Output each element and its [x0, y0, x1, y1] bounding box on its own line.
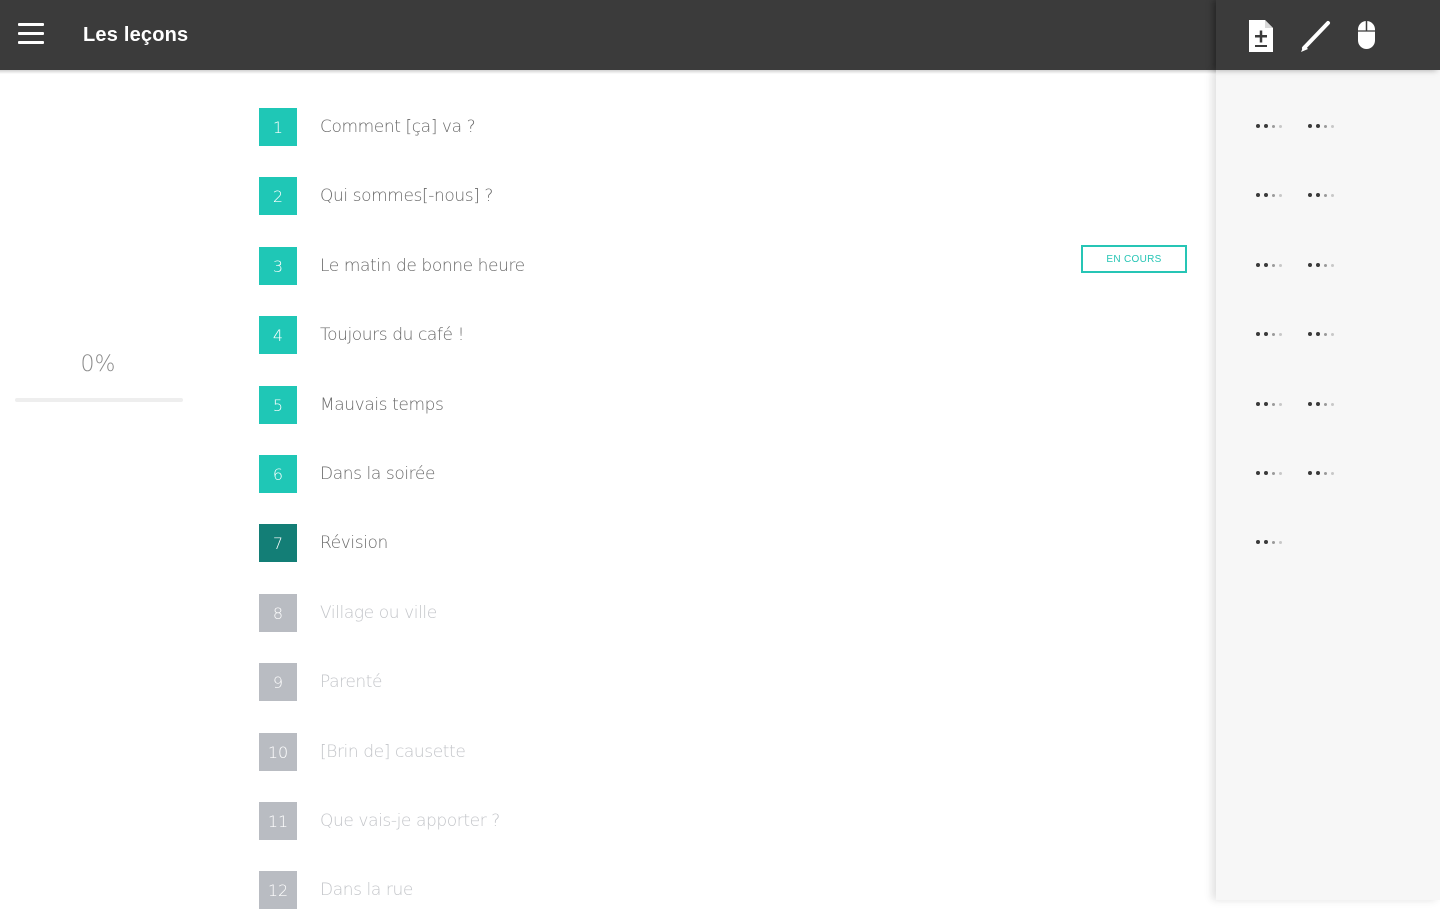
lesson-number-badge: 8 — [259, 594, 297, 632]
lesson-title: Parenté — [320, 672, 383, 692]
more-options-icon[interactable] — [1308, 471, 1334, 475]
more-options-icon[interactable] — [1308, 402, 1334, 406]
more-options-icon[interactable] — [1256, 471, 1282, 475]
lesson-title: Dans la soirée — [320, 464, 436, 484]
lesson-item: 9 Parenté — [259, 663, 1199, 703]
more-options-icon[interactable] — [1256, 402, 1282, 406]
document-icon[interactable] — [1244, 18, 1278, 54]
page-title: Les leçons — [83, 24, 189, 46]
lesson-number-badge: 10 — [259, 733, 297, 771]
status-badge: EN COURS — [1081, 245, 1187, 273]
lesson-item[interactable]: 3 Le matin de bonne heure EN COURS — [259, 245, 1199, 287]
lesson-item: 11 Que vais-je apporter ? — [259, 802, 1199, 842]
lesson-item[interactable]: 5 Mauvais temps — [259, 386, 1199, 426]
more-options-icon[interactable] — [1308, 332, 1334, 336]
progress-percent: 0% — [80, 352, 116, 377]
lesson-number-badge: 6 — [259, 455, 297, 493]
status-panel-header — [1216, 0, 1440, 70]
lesson-item: 12 Dans la rue — [259, 871, 1199, 911]
more-options-icon[interactable] — [1256, 540, 1282, 544]
more-options-icon[interactable] — [1256, 263, 1282, 267]
pencil-icon[interactable] — [1298, 18, 1332, 54]
lesson-title: Mauvais temps — [320, 395, 444, 415]
more-options-icon[interactable] — [1256, 332, 1282, 336]
lesson-title: [Brin de] causette — [320, 742, 466, 762]
hamburger-menu-icon[interactable] — [18, 23, 44, 47]
lesson-title: Comment [ça] va ? — [320, 117, 476, 137]
lesson-number-badge: 5 — [259, 386, 297, 424]
lesson-number-badge: 2 — [259, 177, 297, 215]
lesson-number-badge: 1 — [259, 108, 297, 146]
lesson-item: 10 [Brin de] causette — [259, 733, 1199, 773]
lesson-item[interactable]: 7 Révision — [259, 524, 1199, 564]
more-options-icon[interactable] — [1256, 193, 1282, 197]
lesson-title: Toujours du café ! — [320, 325, 465, 345]
lesson-item[interactable]: 1 Comment [ça] va ? — [259, 108, 1199, 148]
mouse-icon[interactable] — [1350, 18, 1384, 54]
lesson-title: Révision — [320, 533, 388, 553]
lesson-number-badge: 7 — [259, 524, 297, 562]
more-options-icon[interactable] — [1308, 124, 1334, 128]
progress-bar — [15, 398, 183, 402]
lesson-title: Dans la rue — [320, 880, 413, 900]
more-options-icon[interactable] — [1308, 193, 1334, 197]
header-shadow — [0, 70, 1216, 74]
more-options-icon[interactable] — [1308, 263, 1334, 267]
lesson-number-badge: 9 — [259, 663, 297, 701]
lesson-title: Que vais-je apporter ? — [320, 811, 500, 831]
lesson-title: Qui sommes[-nous] ? — [320, 186, 494, 206]
lesson-item[interactable]: 2 Qui sommes[-nous] ? — [259, 177, 1199, 217]
lesson-number-badge: 12 — [259, 871, 297, 909]
lesson-number-badge: 11 — [259, 802, 297, 840]
lesson-item: 8 Village ou ville — [259, 594, 1199, 634]
lesson-number-badge: 3 — [259, 247, 297, 285]
more-options-icon[interactable] — [1256, 124, 1282, 128]
lesson-title: Le matin de bonne heure — [320, 256, 525, 276]
lesson-item[interactable]: 4 Toujours du café ! — [259, 316, 1199, 356]
lesson-item[interactable]: 6 Dans la soirée — [259, 455, 1199, 495]
lesson-title: Village ou ville — [320, 603, 437, 623]
lesson-number-badge: 4 — [259, 316, 297, 354]
